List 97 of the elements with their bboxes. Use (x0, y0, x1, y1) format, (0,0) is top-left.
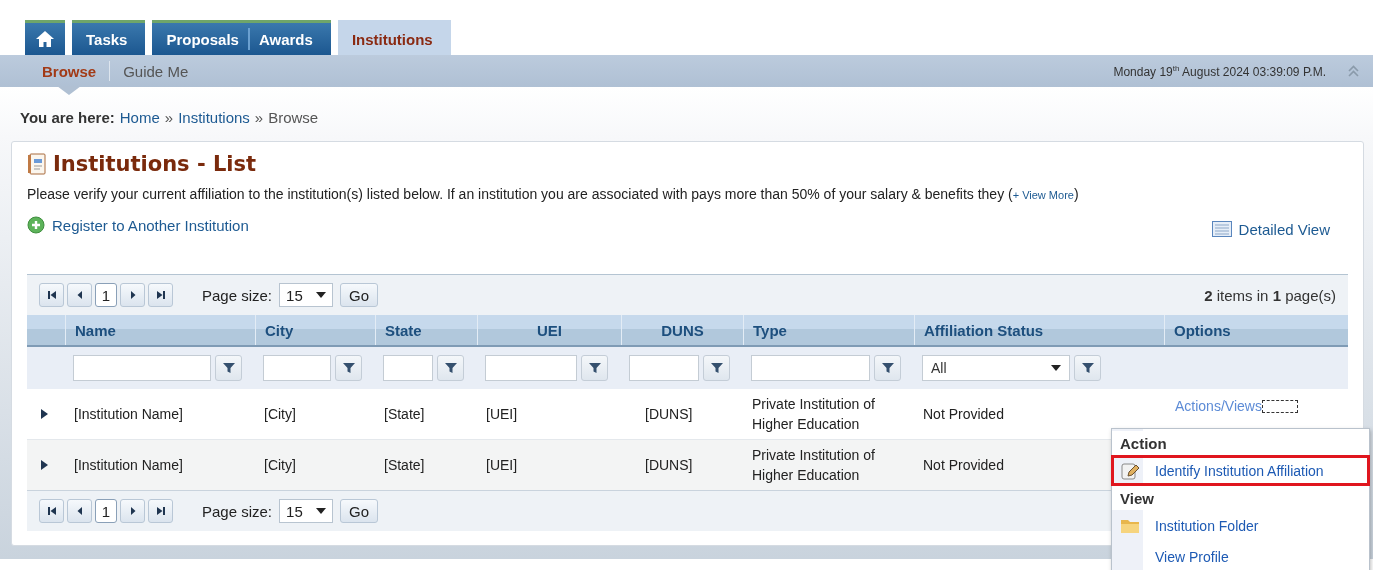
filter-field[interactable] (485, 355, 577, 381)
previous-page-button[interactable] (67, 283, 92, 307)
filter-icon (880, 361, 895, 375)
column-header[interactable]: Name (75, 321, 116, 339)
column-header[interactable]: City (265, 321, 294, 339)
first-page-icon (46, 290, 57, 300)
filter-button[interactable] (1074, 355, 1101, 381)
filter-button[interactable] (703, 355, 730, 381)
column-header[interactable]: DUNS (661, 321, 704, 339)
menu-item[interactable]: Institution Folder (1155, 517, 1259, 534)
intro-text: Please verify your current affiliation to the institution(s) listed below. If an institution you are associated with pays more than 50% of your salary & benefits they (+ View More) (27, 186, 1080, 202)
page-size-select[interactable]: 15 (279, 283, 334, 307)
page-size-label: Page size: (202, 502, 273, 520)
list-book-icon (27, 153, 47, 175)
table-cell: [DUNS] (645, 406, 693, 422)
page-number-button[interactable]: 1 (95, 499, 117, 523)
register-link[interactable]: Register to Another Institution (52, 216, 249, 234)
filter-icon (443, 361, 458, 375)
table-cell: Private Institution of Higher Education (752, 447, 875, 483)
filter-field[interactable] (383, 355, 433, 381)
filter-icon (341, 361, 356, 375)
menu-heading: Action (1112, 431, 1369, 455)
caret-icon (316, 292, 327, 298)
filter-button[interactable] (874, 355, 901, 381)
table-cell: [Institution Name] (74, 406, 183, 422)
expand-icon[interactable] (41, 409, 48, 419)
subnav-tab[interactable]: Browse (29, 62, 110, 80)
subnav-tab[interactable]: Guide Me (110, 62, 202, 80)
page-size-select[interactable]: 15 (279, 499, 334, 523)
date-time: Monday 19$^{th}$ August 2024 03:39:09 P.M. (1113, 63, 1326, 79)
page-number-button[interactable]: 1 (95, 283, 117, 307)
column-header[interactable]: State (385, 321, 422, 339)
column-header[interactable]: Options (1174, 321, 1231, 339)
filter-select[interactable]: All (922, 355, 1070, 381)
nav-tab[interactable]: Awards (258, 30, 313, 48)
breadcrumb-link[interactable]: Institutions (178, 109, 250, 126)
options-dropdown-button[interactable] (1261, 399, 1298, 413)
next-page-button[interactable] (120, 499, 145, 523)
last-page-button[interactable] (148, 283, 173, 307)
go-button[interactable]: Go (340, 499, 379, 523)
first-page-button[interactable] (39, 283, 64, 307)
folder-icon (1120, 517, 1140, 534)
page-title: Institutions - List (53, 152, 257, 176)
filter-button[interactable] (335, 355, 362, 381)
detailed-view-link[interactable]: Detailed View (1238, 220, 1330, 238)
view-more-link[interactable]: + View More (1012, 189, 1074, 201)
go-button[interactable]: Go (340, 283, 379, 307)
list-icon[interactable] (1211, 221, 1232, 237)
menu-item[interactable]: View Profile (1155, 548, 1229, 565)
column-header[interactable]: UEI (537, 321, 562, 339)
filter-field[interactable] (629, 355, 699, 381)
column-header[interactable]: Affiliation Status (924, 321, 1044, 339)
last-page-button[interactable] (148, 499, 173, 523)
breadcrumb-separator: » (164, 109, 174, 126)
filter-icon (221, 361, 236, 375)
filter-button[interactable] (215, 355, 242, 381)
items-summary: 2 items in 1 page(s) (1204, 286, 1336, 304)
table-cell: [State] (384, 457, 425, 473)
add-icon[interactable] (27, 216, 45, 234)
filter-button[interactable] (581, 355, 608, 381)
table-cell: [DUNS] (645, 457, 693, 473)
first-page-icon (46, 506, 57, 516)
filter-icon (587, 361, 602, 375)
table-cell: [State] (384, 406, 425, 422)
nav-tab[interactable]: Proposals (166, 30, 239, 48)
menu-heading: View (1112, 486, 1369, 510)
table-cell: Private Institution of Higher Education (752, 396, 875, 432)
filter-field[interactable] (751, 355, 870, 381)
breadcrumb-link[interactable]: Home (119, 109, 160, 126)
table-cell: [City] (264, 406, 296, 422)
last-page-icon (155, 506, 166, 516)
table-cell: Not Provided (923, 457, 1004, 473)
first-page-button[interactable] (39, 499, 64, 523)
table-cell: [UEI] (486, 457, 518, 473)
caret-icon (316, 508, 327, 514)
expand-icon[interactable] (41, 460, 48, 470)
filter-button[interactable] (437, 355, 464, 381)
filter-icon (1080, 361, 1095, 375)
page-size-label: Page size: (202, 286, 273, 304)
home-icon (35, 30, 55, 48)
breadcrumb-current: Browse (268, 109, 319, 126)
table-cell: [City] (264, 457, 296, 473)
previous-page-button[interactable] (67, 499, 92, 523)
filter-field[interactable] (73, 355, 211, 381)
table-cell: Not Provided (923, 406, 1004, 422)
table-cell: [Institution Name] (74, 457, 183, 473)
column-header[interactable]: Type (753, 321, 787, 339)
table-cell: [UEI] (486, 406, 518, 422)
filter-icon (709, 361, 724, 375)
filter-field[interactable] (263, 355, 331, 381)
breadcrumb-label: You are here: (20, 109, 115, 126)
next-page-button[interactable] (120, 283, 145, 307)
last-page-icon (155, 290, 166, 300)
caret-icon (1051, 365, 1061, 371)
edit-icon (1120, 460, 1140, 481)
breadcrumb-separator: » (254, 109, 264, 126)
actions-link[interactable]: Actions/Views (1175, 396, 1262, 416)
